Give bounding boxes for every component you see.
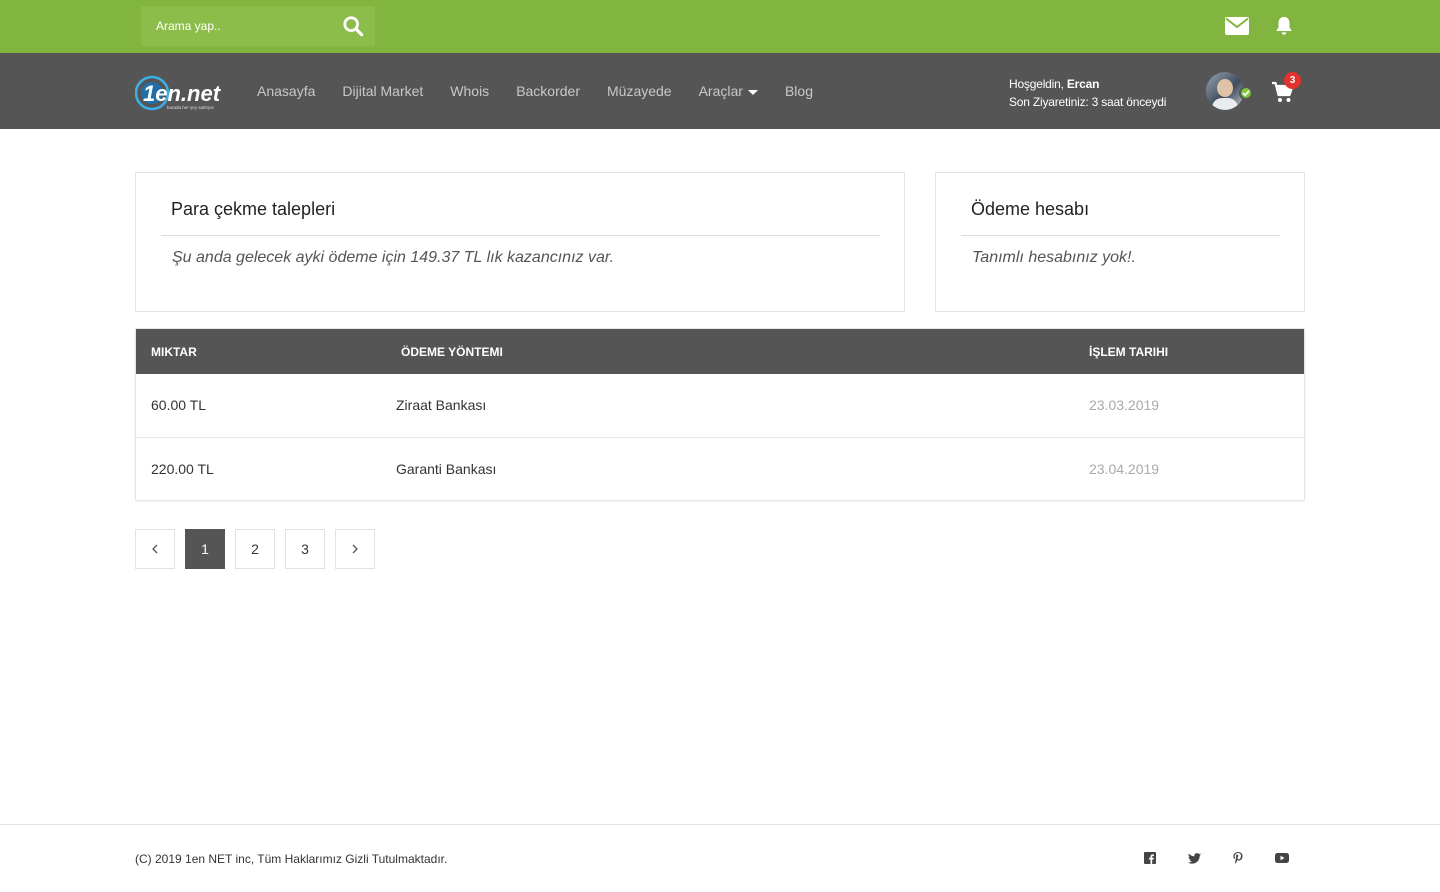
nav-item-dijital-market[interactable]: Dijital Market: [342, 83, 423, 99]
next-page-button[interactable]: [335, 529, 375, 569]
cell-date: 23.04.2019: [1089, 461, 1160, 477]
withdrawal-requests-card: Para çekme talepleri Şu anda gelecek ayk…: [135, 172, 905, 312]
table-row: 60.00 TL Ziraat Bankası 23.03.2019: [136, 374, 1304, 437]
withdrawals-table: MIKTAR ÖDEME YÖNTEMI İŞLEM TARIHI 60.00 …: [135, 328, 1305, 501]
pinterest-icon: [1233, 852, 1243, 864]
nav-item-muzayede[interactable]: Müzayede: [607, 83, 672, 99]
cell-amount: 220.00 TL: [151, 461, 214, 477]
user-name[interactable]: Ercan: [1067, 77, 1100, 91]
chevron-left-icon: [152, 544, 158, 554]
nav-label: Araçlar: [698, 83, 743, 99]
notifications-button[interactable]: [1270, 12, 1298, 40]
site-logo[interactable]: 1en.net burada her şey satılıyor: [135, 75, 237, 111]
column-header-method: ÖDEME YÖNTEMI: [401, 345, 503, 359]
chevron-right-icon: [352, 544, 358, 554]
messages-button[interactable]: [1223, 12, 1251, 40]
nav-label: Whois: [450, 83, 490, 99]
nav-item-anasayfa[interactable]: Anasayfa: [257, 83, 315, 99]
twitter-icon: [1187, 852, 1201, 864]
cart-count-badge: 3: [1284, 72, 1301, 89]
divider: [961, 235, 1280, 236]
nav-label: Müzayede: [607, 83, 672, 99]
cell-date: 23.03.2019: [1089, 397, 1160, 413]
facebook-link[interactable]: [1142, 850, 1158, 866]
card-title: Ödeme hesabı: [971, 199, 1090, 219]
cell-amount: 60.00 TL: [151, 397, 207, 413]
card-title: Para çekme talepleri: [171, 199, 336, 219]
logo-tagline: burada her şey satılıyor: [167, 105, 215, 110]
search-input[interactable]: [141, 6, 331, 46]
youtube-link[interactable]: [1274, 850, 1290, 866]
envelope-icon: [1225, 17, 1249, 35]
facebook-icon: [1144, 852, 1156, 864]
previous-page-button[interactable]: [135, 529, 175, 569]
search-button[interactable]: [331, 6, 375, 46]
search-icon: [343, 16, 364, 37]
nav-item-backorder[interactable]: Backorder: [516, 83, 580, 99]
nav-item-blog[interactable]: Blog: [785, 83, 813, 99]
avatar-shirt: [1212, 98, 1238, 110]
nav-item-whois[interactable]: Whois: [450, 83, 489, 99]
nav-menu: Anasayfa Dijital Market Whois Backorder …: [257, 53, 840, 129]
nav-label: Anasayfa: [257, 83, 316, 99]
earnings-message: Şu anda gelecek ayki ödeme için 149.37 T…: [172, 249, 615, 266]
pinterest-link[interactable]: [1230, 850, 1246, 866]
welcome-message: Hoşgeldin, Ercan Son Ziyaretiniz: 3 saat…: [1009, 75, 1166, 111]
search-box: [141, 6, 375, 46]
main-navbar: 1en.net burada her şey satılıyor Anasayf…: [0, 53, 1440, 129]
column-header-date: İŞLEM TARIHI: [1089, 345, 1169, 359]
youtube-icon: [1275, 853, 1289, 863]
payment-account-card: Ödeme hesabı Tanımlı hesabınız yok!.: [935, 172, 1305, 312]
welcome-prefix: Hoşgeldin,: [1009, 77, 1064, 91]
column-header-amount: MIKTAR: [151, 345, 197, 359]
cell-method: Garanti Bankası: [396, 461, 497, 477]
divider: [161, 235, 880, 236]
footer: (C) 2019 1en NET inc, Tüm Haklarımız Giz…: [0, 824, 1440, 892]
top-bar: [0, 0, 1440, 53]
logo-text: 1en.net: [143, 81, 222, 106]
last-visit-text: Son Ziyaretiniz: 3 saat önceydi: [1009, 95, 1167, 109]
twitter-link[interactable]: [1186, 850, 1202, 866]
nav-label: Blog: [784, 83, 813, 99]
nav-label: Dijital Market: [342, 83, 424, 99]
page-button-2[interactable]: 2: [235, 529, 275, 569]
pagination: 1 2 3: [135, 529, 385, 569]
caret-down-icon: [747, 90, 758, 95]
cell-method: Ziraat Bankası: [396, 397, 487, 413]
page-button-3[interactable]: 3: [285, 529, 325, 569]
avatar-face: [1217, 79, 1233, 97]
bell-icon: [1276, 16, 1292, 35]
table-row: 220.00 TL Garanti Bankası 23.04.2019: [136, 437, 1304, 500]
check-icon: [1242, 90, 1250, 97]
table-header: MIKTAR ÖDEME YÖNTEMI İŞLEM TARIHI: [136, 329, 1304, 374]
online-status-icon: [1239, 86, 1253, 100]
account-message: Tanımlı hesabınız yok!.: [972, 249, 1136, 266]
page-button-1[interactable]: 1: [185, 529, 225, 569]
copyright-text: (C) 2019 1en NET inc, Tüm Haklarımız Giz…: [135, 852, 448, 866]
nav-label: Backorder: [516, 83, 580, 99]
nav-item-araclar[interactable]: Araçlar: [699, 83, 758, 99]
